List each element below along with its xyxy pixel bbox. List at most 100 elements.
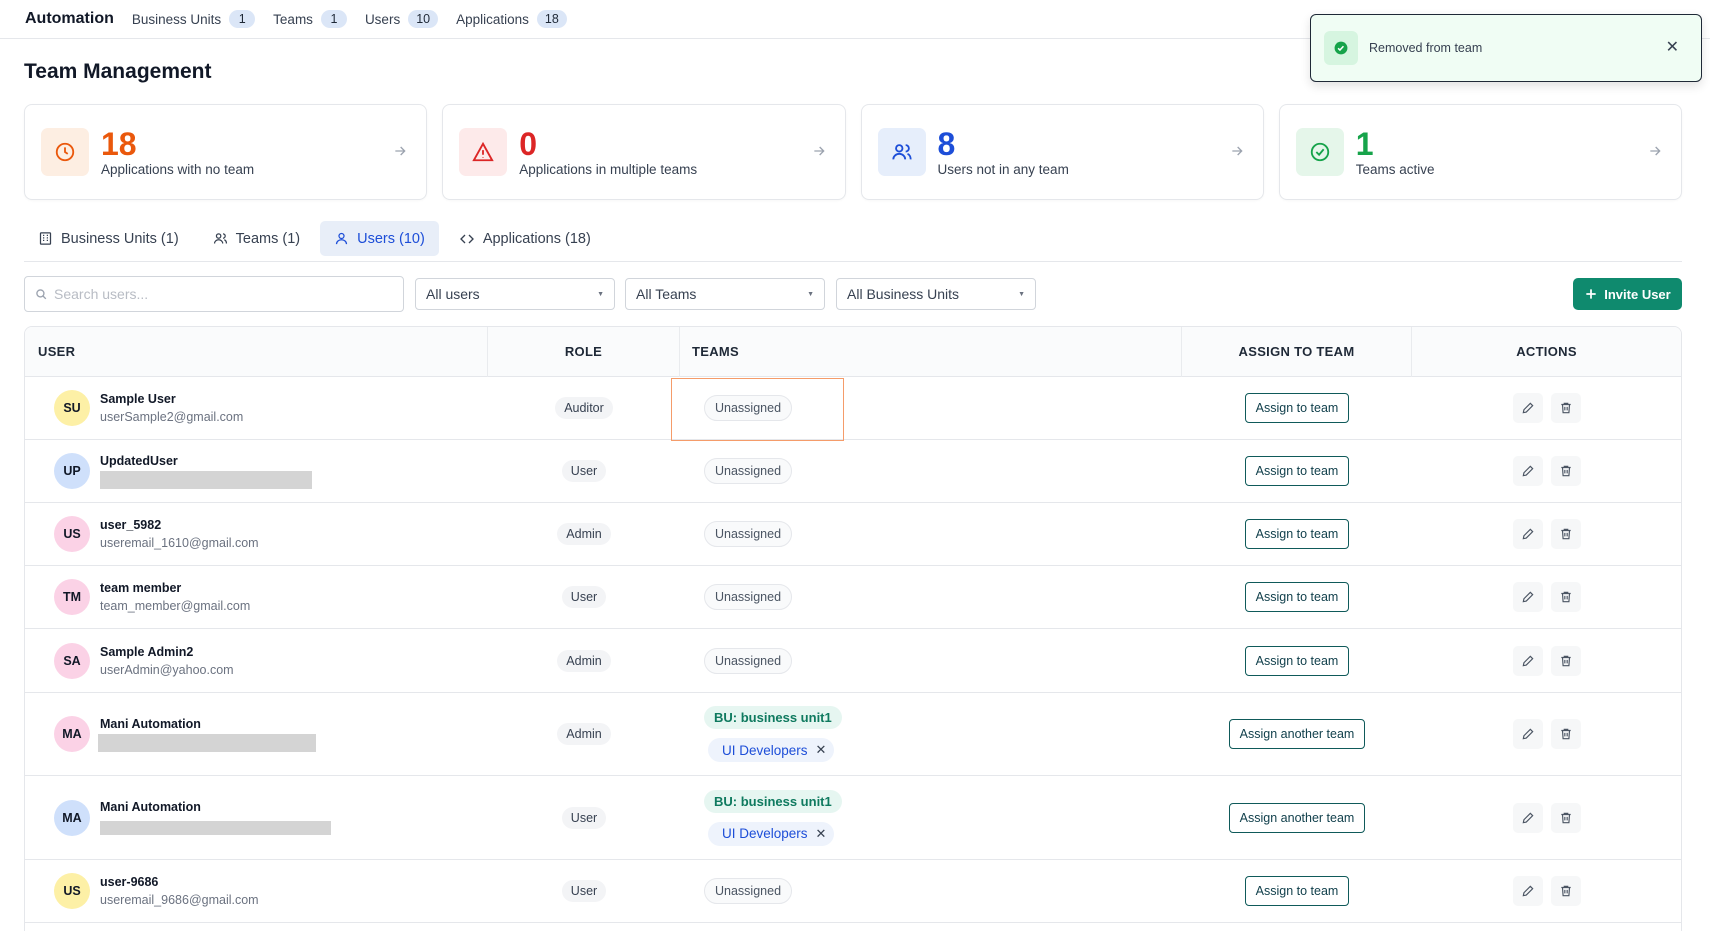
stat-card-apps-multiple-teams[interactable]: 0 Applications in multiple teams	[442, 104, 846, 200]
caret-down-icon: ▼	[597, 290, 604, 298]
assign-to-team-button[interactable]: Assign to team	[1244, 393, 1350, 423]
user-cell: MA Mani Automation	[25, 693, 488, 775]
tab-users[interactable]: Users (10)	[320, 221, 439, 256]
remove-team-icon[interactable]: ✕	[816, 826, 827, 842]
arrow-right-icon	[813, 146, 825, 156]
pencil-icon	[1522, 885, 1533, 897]
edit-user-button[interactable]	[1512, 456, 1543, 486]
table-row: SU Sample User userSample2@gmail.com Audi…	[25, 377, 1681, 440]
assign-cell: Assign to team	[1182, 440, 1412, 502]
invite-user-button[interactable]: Invite User	[1573, 278, 1682, 310]
teams-cell: Unassigned	[680, 629, 1182, 692]
success-check-icon	[1324, 31, 1358, 65]
team-list: BU: business unit1 UI Developers ✕	[704, 789, 842, 846]
user-cell: SU Sample User userSample2@gmail.com	[25, 377, 488, 439]
search-input[interactable]	[54, 286, 374, 302]
teams-filter-select[interactable]: All Teams ▼	[625, 278, 825, 310]
close-icon[interactable]: ✕	[1666, 37, 1679, 57]
nav-item-label: Users	[364, 11, 401, 27]
delete-user-button[interactable]	[1550, 393, 1581, 423]
assign-to-team-button[interactable]: Assign to team	[1244, 645, 1350, 676]
unassigned-badge: Unassigned	[704, 584, 793, 610]
avatar: US	[54, 516, 90, 552]
assign-to-team-button[interactable]: Assign to team	[1244, 582, 1350, 612]
nav-item-users[interactable]: Users 10	[364, 10, 439, 28]
trash-icon	[1560, 885, 1571, 897]
role-cell: Admin	[488, 693, 680, 775]
edit-user-button[interactable]	[1512, 393, 1543, 423]
tab-teams[interactable]: Teams (1)	[199, 221, 314, 256]
assign-to-team-button[interactable]: Assign to team	[1244, 876, 1350, 906]
assign-another-team-button[interactable]: Assign another team	[1228, 802, 1366, 833]
delete-user-button[interactable]	[1550, 876, 1581, 906]
role-badge: Admin	[557, 523, 611, 545]
role-cell: User	[488, 440, 680, 502]
assign-to-team-button[interactable]: Assign to team	[1244, 519, 1350, 549]
page-title: Team Management	[24, 60, 212, 83]
edit-user-button[interactable]	[1512, 519, 1543, 549]
pencil-icon	[1522, 402, 1533, 414]
actions-cell	[1412, 377, 1681, 439]
nav-item-business-units[interactable]: Business Units 1	[132, 10, 256, 28]
stat-value: 8	[937, 126, 956, 162]
business-unit-badge: BU: business unit1	[704, 706, 842, 729]
avatar: MA	[54, 716, 90, 752]
delete-user-button[interactable]	[1550, 456, 1581, 486]
teams-cell: Unassigned	[680, 503, 1182, 565]
edit-user-button[interactable]	[1512, 645, 1543, 676]
toast-message: Removed from team	[1369, 41, 1483, 55]
users-icon	[213, 233, 227, 244]
unassigned-badge: Unassigned	[704, 521, 793, 547]
header-assign-to-team: ASSIGN TO TEAM	[1182, 327, 1412, 377]
actions-cell	[1412, 566, 1681, 628]
delete-user-button[interactable]	[1550, 645, 1581, 676]
edit-user-button[interactable]	[1512, 802, 1543, 833]
teams-cell: Unassigned	[680, 377, 1182, 439]
delete-user-button[interactable]	[1550, 582, 1581, 612]
delete-user-button[interactable]	[1550, 719, 1581, 749]
trash-icon	[1560, 812, 1571, 823]
stat-card-users-no-team[interactable]: 8 Users not in any team	[860, 104, 1264, 200]
role-cell: User	[488, 776, 680, 859]
role-cell: User	[488, 860, 680, 922]
user-cell: MA Mani Automation	[25, 776, 488, 859]
nav-item-label: Applications	[456, 11, 529, 27]
nav-item-applications[interactable]: Applications 18	[456, 10, 567, 28]
stat-card-apps-no-team[interactable]: 18 Applications with no team	[24, 104, 428, 200]
edit-user-button[interactable]	[1512, 719, 1543, 749]
remove-team-icon[interactable]: ✕	[816, 742, 827, 758]
check-circle-icon	[1295, 128, 1344, 176]
user-name: UpdatedUser	[100, 453, 178, 468]
select-value: All Teams	[636, 286, 697, 302]
edit-user-button[interactable]	[1512, 876, 1543, 906]
tab-label: Applications (18)	[482, 230, 591, 247]
warning-icon	[459, 128, 508, 176]
tab-applications[interactable]: Applications (18)	[445, 221, 605, 256]
business-units-filter-select[interactable]: All Business Units ▼	[836, 278, 1036, 310]
delete-user-button[interactable]	[1550, 519, 1581, 549]
pencil-icon	[1522, 465, 1533, 477]
arrow-right-icon	[1232, 146, 1243, 156]
stat-label: Applications in multiple teams	[519, 162, 698, 177]
trash-icon	[1560, 528, 1571, 540]
header-role: ROLE	[488, 327, 680, 377]
pencil-icon	[1522, 728, 1533, 740]
trash-icon	[1560, 402, 1571, 414]
delete-user-button[interactable]	[1550, 802, 1581, 833]
teams-cell: BU: business unit1 UI Developers ✕	[680, 776, 1182, 859]
edit-user-button[interactable]	[1512, 582, 1543, 612]
role-badge: Admin	[557, 649, 611, 672]
header-teams: TEAMS	[680, 327, 1182, 377]
role-cell: User	[488, 566, 680, 628]
role-badge: User	[561, 880, 607, 902]
stat-card-teams-active[interactable]: 1 Teams active	[1278, 104, 1682, 200]
nav-item-teams[interactable]: Teams 1	[273, 10, 347, 28]
avatar: US	[54, 873, 90, 909]
tab-business-units[interactable]: Business Units (1)	[24, 221, 193, 256]
assign-another-team-button[interactable]: Assign another team	[1228, 719, 1366, 749]
search-box[interactable]	[24, 276, 404, 312]
table-row: SA Sample Admin2 userAdmin@yahoo.com Admi…	[25, 629, 1681, 693]
users-filter-select[interactable]: All users ▼	[415, 278, 615, 310]
assign-to-team-button[interactable]: Assign to team	[1244, 456, 1350, 486]
header-actions: ACTIONS	[1516, 344, 1577, 359]
